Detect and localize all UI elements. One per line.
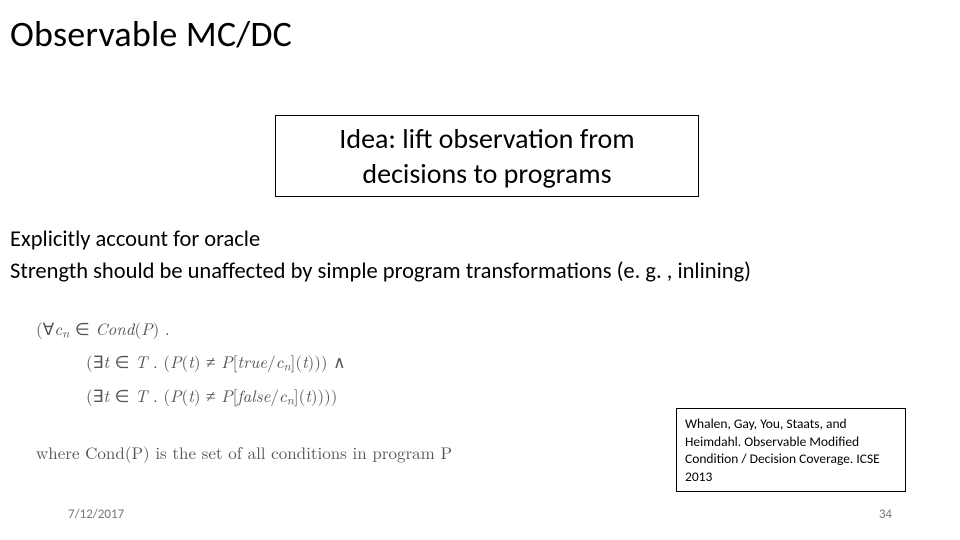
footer-date: 7/12/2017 bbox=[68, 507, 124, 522]
idea-text: Idea: lift observation from decisions to… bbox=[286, 121, 688, 191]
footer-page: 34 bbox=[879, 507, 892, 522]
math-line-1: (∀cn ∈ Cond(P) . bbox=[36, 312, 346, 345]
slide: Observable MC/DC Idea: lift observation … bbox=[0, 0, 960, 540]
math-line-3: (∃t ∈ T . (P(t) ≠ P[false/cn](t)))) bbox=[36, 379, 346, 412]
body-line-2: Strength should be unaffected by simple … bbox=[10, 256, 950, 288]
citation-box: Whalen, Gay, You, Staats, and Heimdahl. … bbox=[676, 408, 906, 492]
math-block: (∀cn ∈ Cond(P) . (∃t ∈ T . (P(t) ≠ P[tru… bbox=[36, 312, 346, 412]
body-text: Explicitly account for oracle Strength s… bbox=[10, 224, 950, 287]
idea-box: Idea: lift observation from decisions to… bbox=[275, 115, 699, 197]
slide-title: Observable MC/DC bbox=[10, 12, 292, 56]
math-line-2: (∃t ∈ T . (P(t) ≠ P[true/cn](t))) ∧ bbox=[36, 345, 346, 378]
body-line-1: Explicitly account for oracle bbox=[10, 224, 950, 256]
citation-text: Whalen, Gay, You, Staats, and Heimdahl. … bbox=[685, 415, 880, 485]
where-clause: where Cond(P) is the set of all conditio… bbox=[36, 440, 452, 464]
